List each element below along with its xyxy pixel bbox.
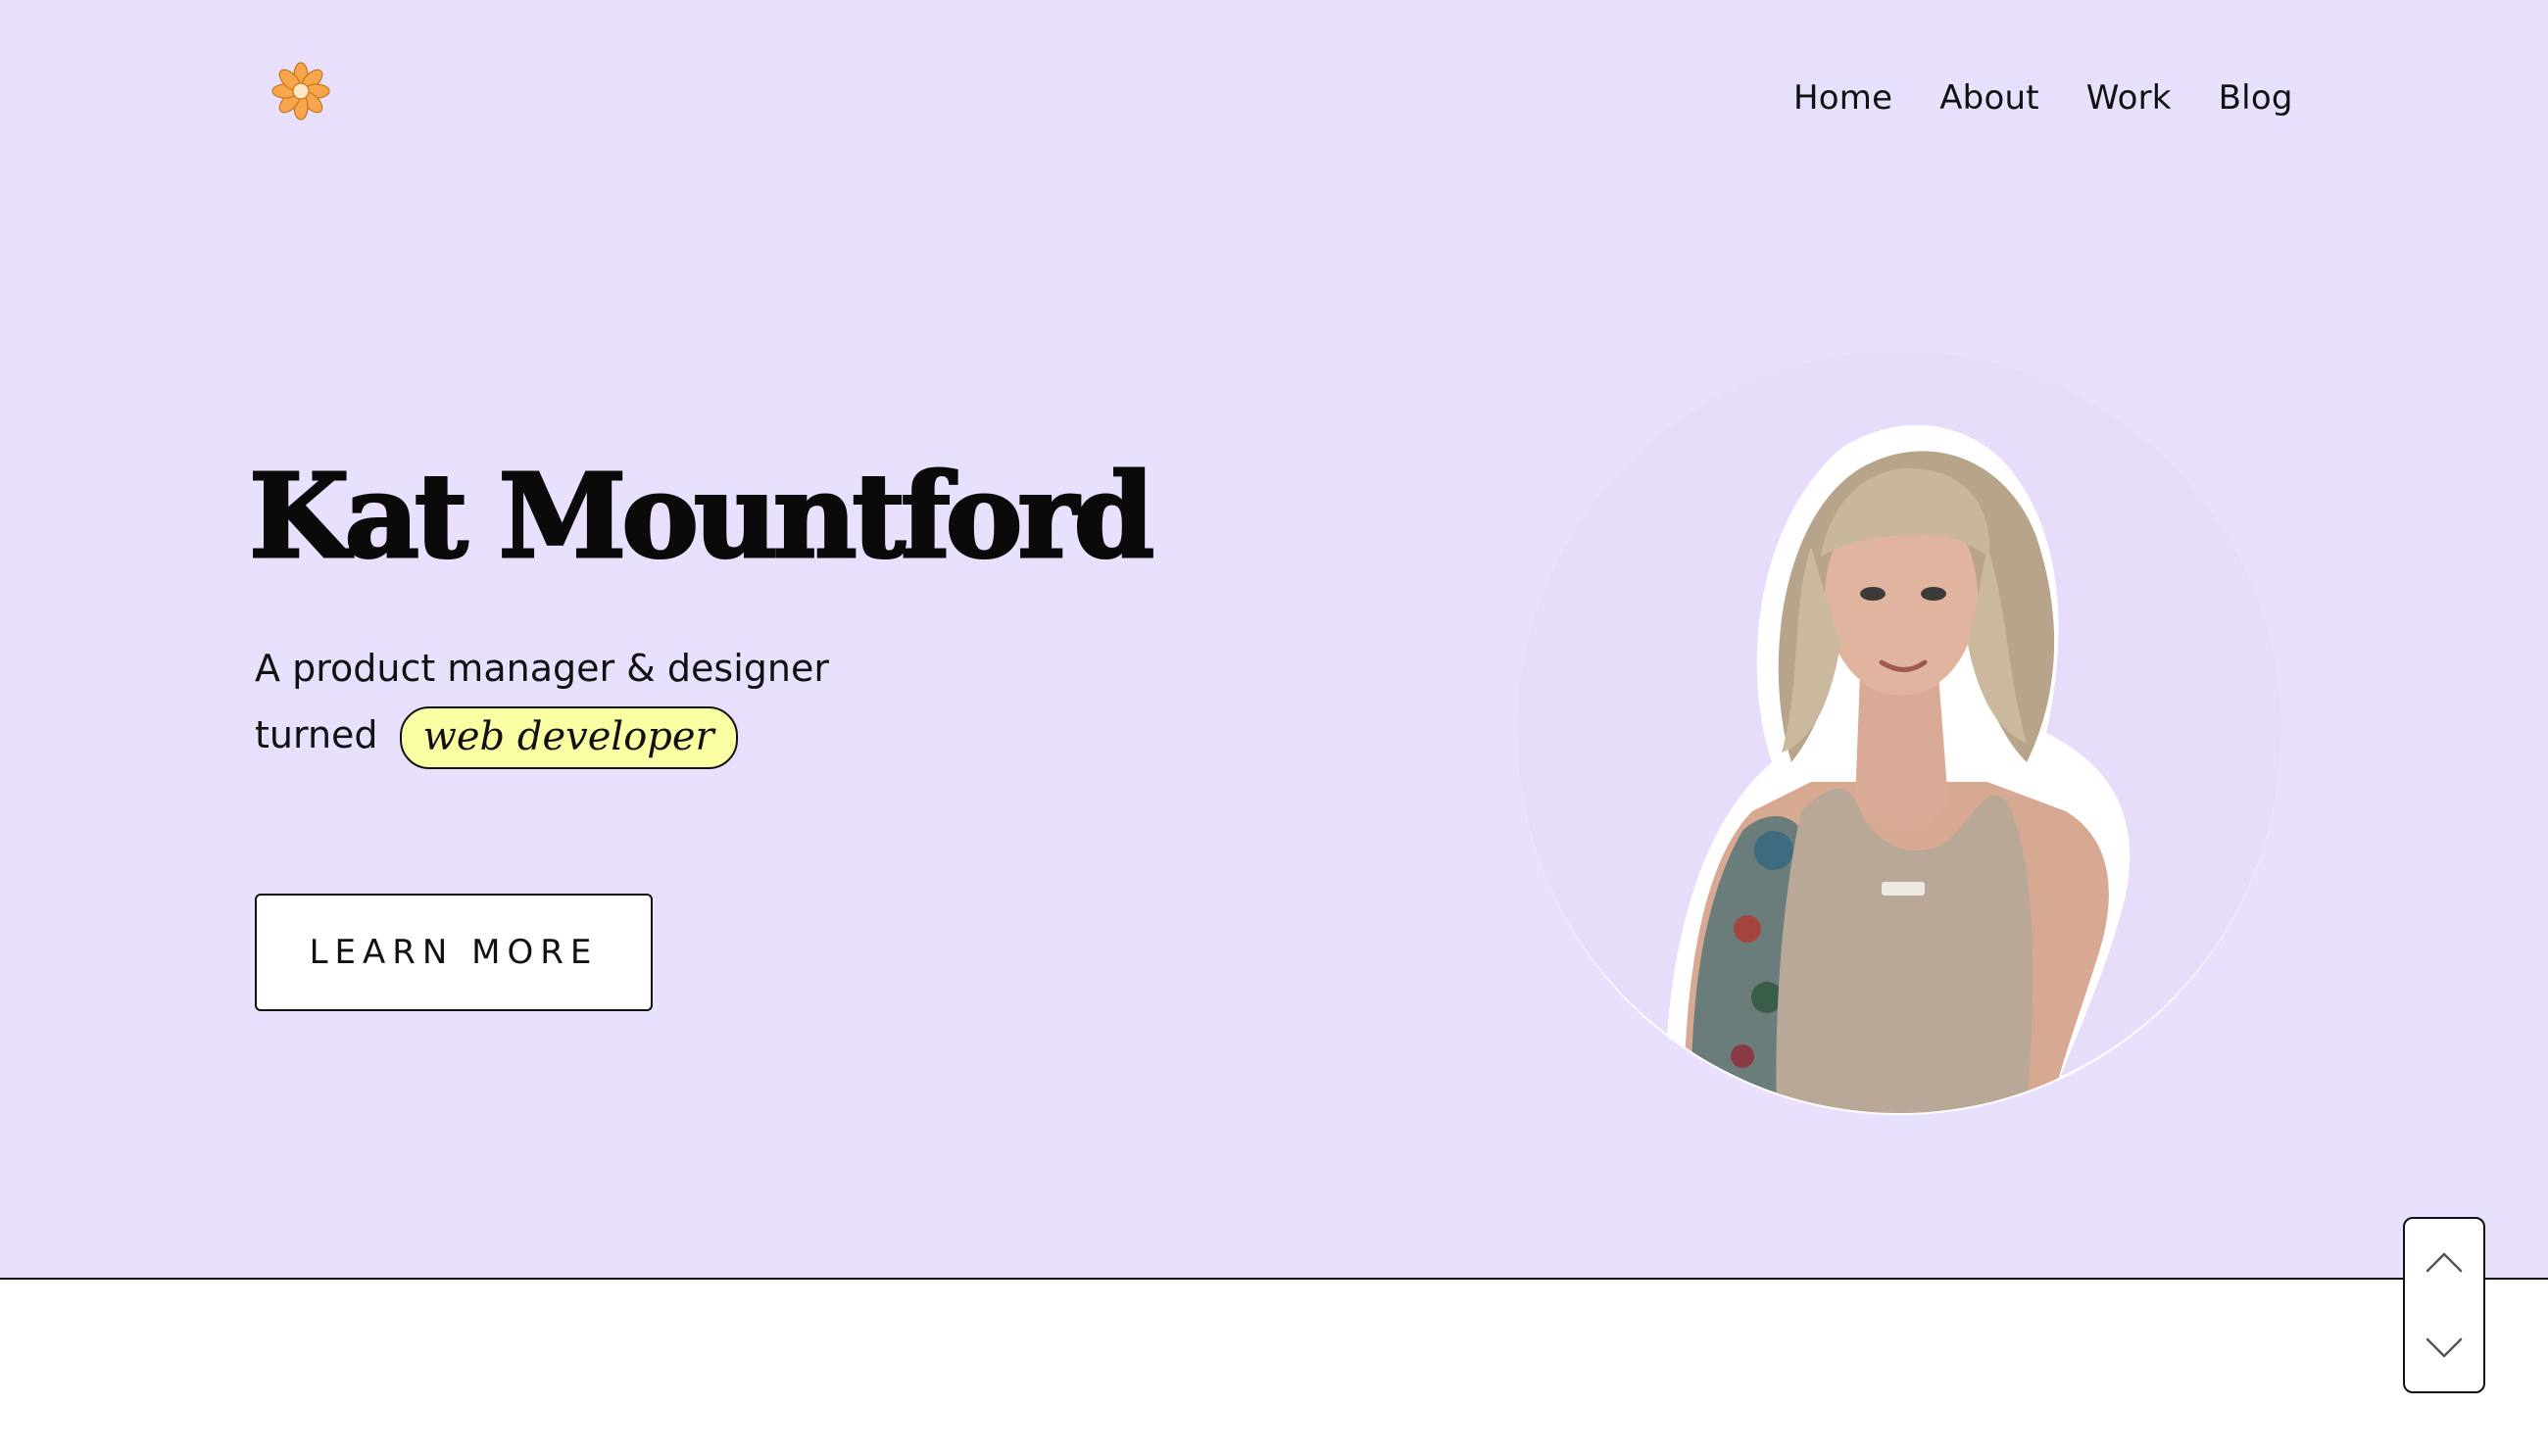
- tagline: A product manager & designer turned web …: [255, 635, 829, 769]
- tagline-line-2: turned web developer: [255, 702, 829, 769]
- scroll-controls: [2403, 1217, 2485, 1393]
- nav-about-link[interactable]: About: [1939, 78, 2039, 118]
- nav-work-link[interactable]: Work: [2086, 78, 2172, 118]
- logo-link[interactable]: [269, 61, 333, 121]
- main-nav: Home About Work Blog: [1793, 71, 2293, 125]
- tagline-turned: turned: [255, 713, 378, 756]
- page: Home About Work Blog Kat Mountford A pro…: [0, 0, 2548, 1456]
- scroll-up-button[interactable]: [2405, 1219, 2483, 1305]
- nav-blog-link[interactable]: Blog: [2219, 78, 2293, 118]
- flower-icon: [271, 62, 330, 121]
- profile-photo: [1664, 425, 2131, 1113]
- tagline-line-1: A product manager & designer: [255, 647, 829, 690]
- tagline-highlight-badge: web developer: [399, 705, 738, 769]
- portrait: [1517, 351, 2281, 1115]
- scroll-down-button[interactable]: [2405, 1305, 2483, 1391]
- page-title: Kat Mountford: [247, 447, 1155, 586]
- chevron-down-icon: [2426, 1337, 2463, 1358]
- nav-home-link[interactable]: Home: [1793, 78, 1892, 118]
- chevron-up-icon: [2426, 1252, 2463, 1273]
- learn-more-button[interactable]: LEARN MORE: [255, 894, 653, 1011]
- hero-section: Home About Work Blog Kat Mountford A pro…: [0, 0, 2548, 1393]
